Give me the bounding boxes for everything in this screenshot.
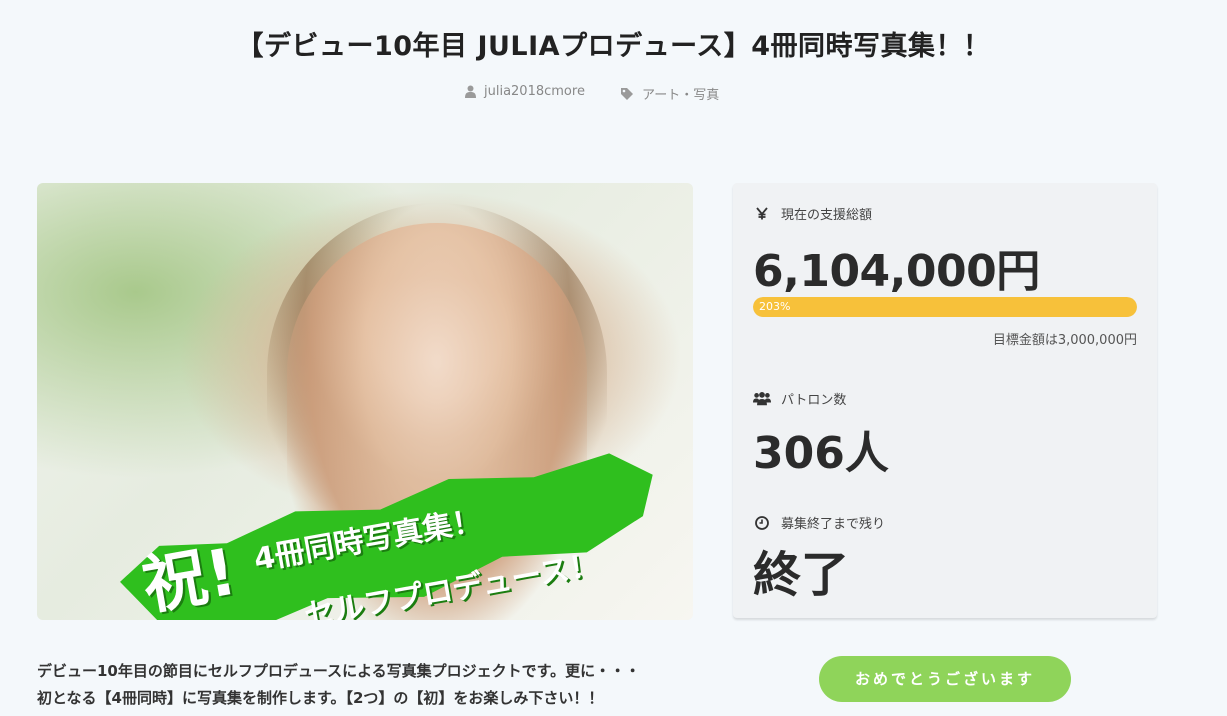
project-description: デビュー10年目の節目にセルフプロデュースによる写真集プロジェクトです。更に・・…	[37, 658, 697, 712]
patrons-label-row: パトロン数	[753, 389, 846, 408]
remaining-label: 募集終了まで残り	[781, 517, 886, 532]
hero-overlay-big: 祝!	[137, 535, 242, 620]
patrons-count: 306人	[753, 428, 889, 479]
funding-progress-fill: 203%	[753, 297, 1137, 317]
category-link[interactable]: アート・写真	[620, 84, 719, 103]
funding-label-row: 現在の支援総額	[753, 204, 872, 223]
user-icon	[465, 85, 476, 98]
description-line-1: デビュー10年目の節目にセルフプロデュースによる写真集プロジェクトです。更に・・…	[37, 662, 641, 680]
description-line-2: 初となる【4冊同時】に写真集を制作します。【2つ】の【初】をお楽しみ下さい！！	[37, 689, 604, 707]
yen-icon	[753, 207, 771, 220]
clock-icon	[753, 515, 771, 530]
funding-amount: 6,104,000円	[753, 246, 1040, 297]
funding-progress-bar: 203%	[753, 297, 1137, 317]
remaining-label-row: 募集終了まで残り	[753, 513, 885, 532]
tag-icon	[620, 87, 634, 101]
author-name: julia2018cmore	[484, 84, 585, 99]
funding-stats-panel: 現在の支援総額 6,104,000円 203% 目標金額は3,000,000円 …	[733, 183, 1157, 618]
remaining-value: 終了	[753, 547, 850, 603]
author-link[interactable]: julia2018cmore	[465, 84, 585, 99]
funding-label: 現在の支援総額	[781, 208, 873, 223]
project-hero-image: 祝! 4冊同時写真集！ セルフプロデュース！	[37, 183, 693, 620]
project-title: 【デビュー10年目 JULIAプロデュース】4冊同時写真集！！	[236, 31, 991, 62]
users-icon	[753, 391, 771, 406]
category-name: アート・写真	[642, 88, 720, 103]
patrons-label: パトロン数	[781, 393, 847, 408]
goal-amount: 目標金額は3,000,000円	[992, 333, 1137, 348]
congratulations-button[interactable]: おめでとうございます	[819, 656, 1071, 702]
